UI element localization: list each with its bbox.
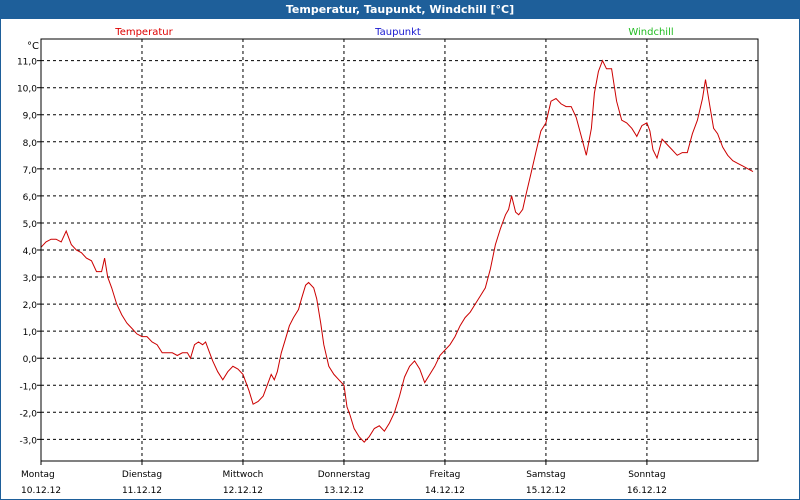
- x-tick-date: 15.12.12: [526, 486, 566, 496]
- x-tick-weekday: Dienstag: [122, 470, 162, 480]
- y-tick-label: -2,0: [19, 409, 37, 419]
- x-tick-date: 12.12.12: [223, 486, 263, 496]
- x-tick-date: 11.12.12: [122, 486, 162, 496]
- y-tick-label: 7,0: [23, 166, 38, 176]
- x-tick-weekday: Samstag: [526, 470, 565, 480]
- chart-svg: °C 11,0 10,0 9,0 8,0 7,0 6,0 5,0 4,0 3,0 2,0 1,0 0,0…: [17, 27, 759, 496]
- x-tick-weekday: Sonntag: [628, 470, 665, 480]
- y-tick-label: 2,0: [23, 301, 38, 311]
- x-tick-date: 10.12.12: [21, 486, 61, 496]
- x-tick-weekday: Donnerstag: [318, 470, 371, 480]
- y-tick-label: 9,0: [23, 112, 38, 122]
- y-tick-label: 11,0: [17, 58, 37, 68]
- x-axis: Montag 10.12.12 Dienstag 11.12.12 Mittwoch 12…: [21, 461, 667, 496]
- x-tick-date: 13.12.12: [324, 486, 364, 496]
- y-tick-label: 3,0: [23, 274, 38, 284]
- chart-window: Temperatur, Taupunkt, Windchill [°C] °C 1…: [0, 0, 800, 500]
- x-tick-date: 16.12.12: [627, 486, 667, 496]
- y-tick-label: 6,0: [23, 193, 38, 203]
- y-tick-label: 4,0: [23, 247, 38, 257]
- y-tick-label: 5,0: [23, 220, 38, 230]
- legend: Temperatur Taupunkt Windchill: [114, 27, 673, 38]
- y-axis: °C 11,0 10,0 9,0 8,0 7,0 6,0 5,0 4,0 3,0 2,0 1,0 0,0…: [17, 41, 41, 446]
- x-tick-weekday: Montag: [21, 470, 55, 480]
- y-tick-label: -3,0: [19, 436, 37, 446]
- y-tick-label: 10,0: [17, 85, 37, 95]
- y-tick-label: 0,0: [23, 355, 38, 365]
- y-tick-label: 1,0: [23, 328, 38, 338]
- x-tick-weekday: Mittwoch: [223, 470, 264, 480]
- legend-entry: Windchill: [628, 27, 673, 38]
- y-unit-label: °C: [27, 41, 39, 52]
- y-tick-label: -1,0: [19, 382, 37, 392]
- x-tick-date: 14.12.12: [425, 486, 465, 496]
- y-tick-label: 8,0: [23, 139, 38, 149]
- legend-entry: Temperatur: [114, 27, 173, 38]
- x-tick-weekday: Freitag: [430, 470, 461, 480]
- legend-entry: Taupunkt: [374, 27, 421, 38]
